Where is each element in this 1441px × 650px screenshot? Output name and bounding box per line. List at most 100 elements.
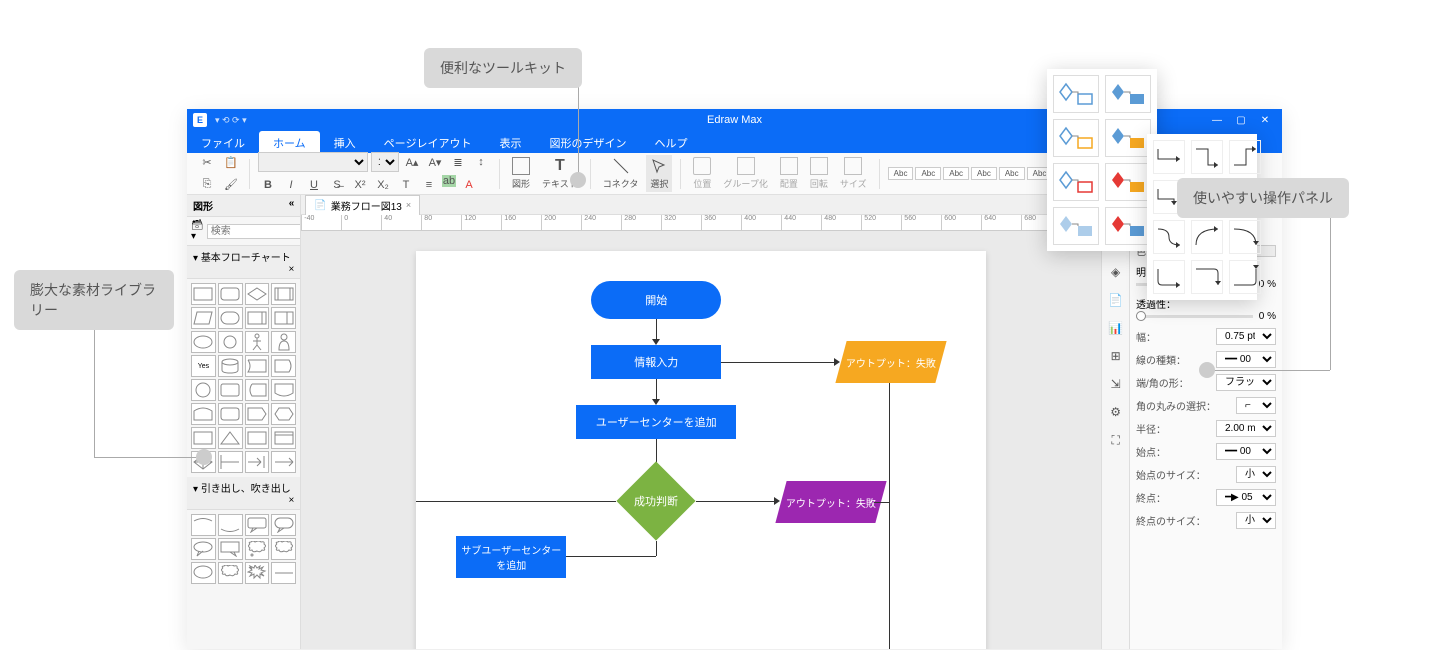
menu-view[interactable]: 表示	[485, 131, 535, 153]
shape-item[interactable]	[245, 331, 270, 353]
format-painter-button[interactable]: 🖌	[221, 175, 241, 195]
shape-item[interactable]	[191, 562, 216, 584]
position-button[interactable]: 位置	[689, 155, 715, 192]
section-callouts[interactable]: ▾ 引き出し、吹き出し ×	[187, 477, 300, 510]
shape-preset[interactable]	[1105, 119, 1151, 157]
text-button[interactable]: T	[396, 175, 416, 195]
shape-preset[interactable]	[1053, 75, 1099, 113]
transparency-slider[interactable]	[1136, 315, 1253, 318]
style-preset[interactable]: Abc	[943, 167, 969, 180]
shape-item[interactable]	[191, 307, 216, 329]
bullets-button[interactable]: ≣	[448, 152, 468, 172]
connector-style[interactable]	[1191, 220, 1223, 254]
radius-select[interactable]: 2.00 mm	[1216, 420, 1276, 437]
shape-tool-button[interactable]: 図形	[508, 155, 534, 192]
fullscreen-icon[interactable]: ⛶	[1107, 431, 1125, 449]
style-preset[interactable]: Abc	[971, 167, 997, 180]
corner-select[interactable]: フラット	[1216, 374, 1276, 391]
shape-item[interactable]	[191, 403, 216, 425]
shape-search-input[interactable]	[207, 224, 302, 239]
shape-item[interactable]	[218, 379, 243, 401]
italic-button[interactable]: I	[281, 175, 301, 195]
shape-item[interactable]	[191, 283, 216, 305]
shape-item[interactable]	[271, 355, 296, 377]
shape-item[interactable]	[245, 403, 270, 425]
export-icon[interactable]: ⇲	[1107, 375, 1125, 393]
menu-page-layout[interactable]: ページレイアウト	[370, 131, 486, 153]
line-spacing-button[interactable]: ↕	[471, 152, 491, 172]
bold-button[interactable]: B	[258, 175, 278, 195]
layers-icon[interactable]: ◈	[1107, 263, 1125, 281]
connector-style[interactable]	[1153, 140, 1185, 174]
flowchart-process-node[interactable]: サブユーザーセンターを追加	[456, 536, 566, 578]
shape-preset[interactable]	[1053, 163, 1099, 201]
maximize-button[interactable]: ▢	[1230, 111, 1252, 129]
close-button[interactable]: ✕	[1254, 111, 1276, 129]
page-icon[interactable]: 📄	[1107, 291, 1125, 309]
connector-style[interactable]	[1229, 140, 1261, 174]
shape-item[interactable]	[191, 514, 216, 536]
size-button[interactable]: サイズ	[836, 155, 871, 192]
paste-button[interactable]: 📋	[221, 153, 241, 173]
select-tool-button[interactable]: 選択	[646, 155, 672, 192]
shape-item[interactable]	[218, 403, 243, 425]
highlight-button[interactable]: ab	[442, 175, 456, 187]
flowchart-decision-node[interactable]: 成功判断	[617, 461, 696, 540]
width-select[interactable]: 0.75 pt	[1216, 328, 1276, 345]
shape-preset[interactable]	[1053, 207, 1099, 245]
shape-item[interactable]	[218, 427, 243, 449]
strike-button[interactable]: S̶	[327, 175, 347, 195]
shape-item[interactable]	[245, 562, 270, 584]
menu-shape-design[interactable]: 図形のデザイン	[535, 131, 640, 153]
group-button[interactable]: グループ化	[719, 155, 771, 192]
subscript-button[interactable]: X₂	[373, 175, 393, 195]
flowchart-output-node[interactable]: アウトプット：失敗	[776, 481, 887, 523]
section-basic-flowchart[interactable]: ▾ 基本フローチャート ×	[187, 246, 300, 279]
cut-button[interactable]: ✂	[197, 153, 217, 173]
line-type-select[interactable]: ━━ 00	[1216, 351, 1276, 368]
shape-item[interactable]	[218, 307, 243, 329]
connector-tool-button[interactable]: コネクタ	[599, 155, 643, 192]
shape-item[interactable]	[245, 514, 270, 536]
shape-item[interactable]	[245, 538, 270, 560]
shape-item[interactable]	[271, 538, 296, 560]
menu-help[interactable]: ヘルプ	[640, 131, 701, 153]
close-tab-icon[interactable]: ×	[406, 200, 411, 210]
rotate-button[interactable]: 回転	[806, 155, 832, 192]
connector-style[interactable]	[1153, 220, 1185, 254]
connector-style[interactable]	[1229, 220, 1261, 254]
library-icon[interactable]: 🗃▾	[191, 220, 204, 242]
style-preset[interactable]: Abc	[888, 167, 914, 180]
chart-icon[interactable]: 📊	[1107, 319, 1125, 337]
connector-style[interactable]	[1191, 140, 1223, 174]
underline-button[interactable]: U	[304, 175, 324, 195]
shape-item[interactable]	[245, 379, 270, 401]
end-size-select[interactable]: 小	[1236, 512, 1276, 529]
minimize-button[interactable]: —	[1206, 111, 1228, 129]
shape-item[interactable]	[245, 427, 270, 449]
shape-item[interactable]	[271, 562, 296, 584]
shape-item[interactable]	[191, 427, 216, 449]
menu-home[interactable]: ホーム	[259, 131, 320, 153]
shape-preset[interactable]	[1053, 119, 1099, 157]
shape-item[interactable]	[245, 451, 270, 473]
shape-item[interactable]	[245, 355, 270, 377]
font-color-button[interactable]: A	[459, 175, 479, 195]
style-preset[interactable]: Abc	[999, 167, 1025, 180]
flowchart-process-node[interactable]: ユーザーセンターを追加	[576, 405, 736, 439]
connector-style[interactable]	[1153, 260, 1185, 294]
round-select[interactable]: ⌐	[1236, 397, 1276, 414]
shape-preset[interactable]	[1105, 75, 1151, 113]
distribute-button[interactable]: 配置	[776, 155, 802, 192]
increase-font-button[interactable]: A▴	[402, 152, 422, 172]
start-point-select[interactable]: ━━ 00	[1216, 443, 1276, 460]
shape-item[interactable]	[218, 283, 243, 305]
shape-item[interactable]	[218, 451, 243, 473]
flowchart-output-node[interactable]: アウトプット：失敗	[836, 341, 947, 383]
shape-item[interactable]	[191, 538, 216, 560]
shape-item[interactable]	[191, 331, 216, 353]
flowchart-process-node[interactable]: 情報入力	[591, 345, 721, 379]
shape-item[interactable]	[218, 331, 243, 353]
copy-button[interactable]: ⎘	[197, 175, 217, 195]
end-point-select[interactable]: ━▶ 05	[1216, 489, 1276, 506]
